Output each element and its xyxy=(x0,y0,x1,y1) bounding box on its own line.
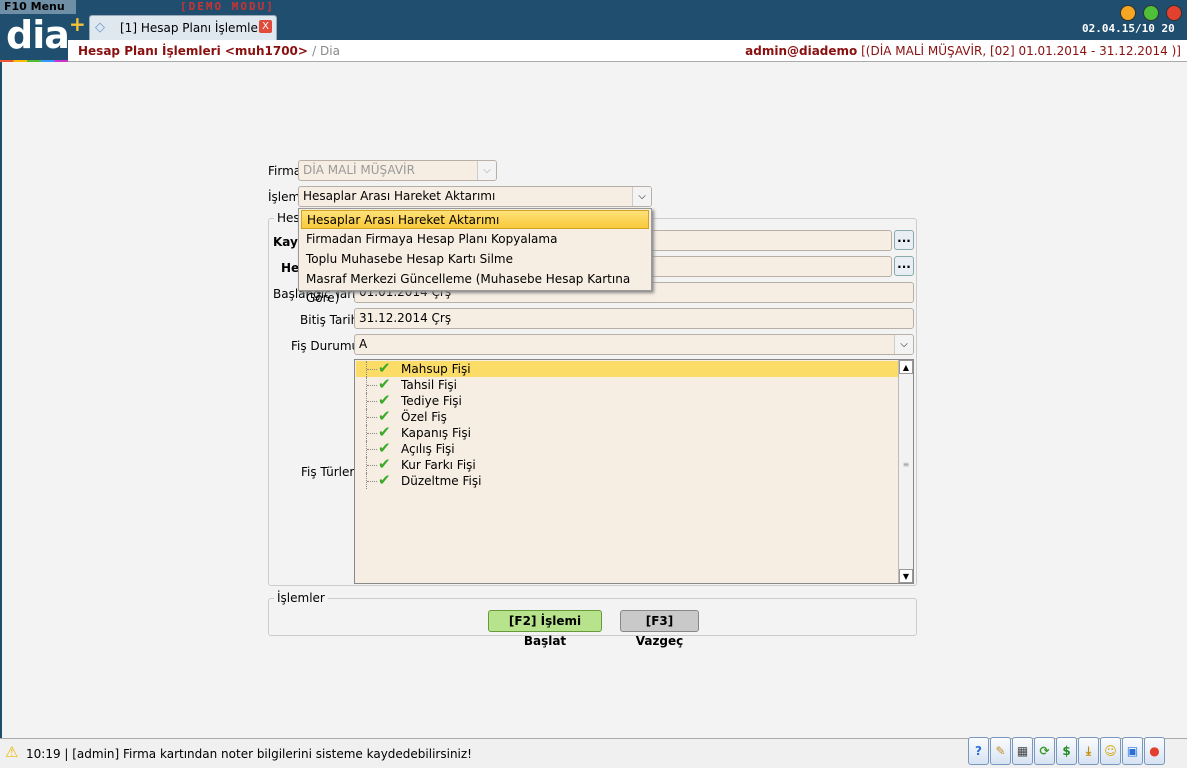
demo-mode-label: [DEMO MODU] xyxy=(180,0,275,13)
fis-durumu-value: A xyxy=(359,337,368,351)
tab-page-icon: ◇ xyxy=(95,20,105,35)
exit-icon[interactable]: ● xyxy=(1144,737,1165,765)
status-message: 10:19 | [admin] Firma kartından noter bi… xyxy=(26,747,472,761)
list-item[interactable]: ✔ Düzeltme Fişi xyxy=(356,472,899,489)
bitis-value: 31.12.2014 Çrş xyxy=(359,311,452,325)
calculator-icon[interactable]: ▦ xyxy=(1012,737,1033,765)
tree-line xyxy=(366,473,378,489)
page-header: Hesap Planı İşlemleri <muh1700> / Dia ad… xyxy=(68,40,1187,62)
dia-logo: dia xyxy=(0,13,70,64)
checkmark-icon[interactable]: ✔ xyxy=(378,392,391,408)
help-icon[interactable]: ? xyxy=(968,737,989,765)
actions-legend: İşlemler xyxy=(274,591,328,605)
list-scrollbar[interactable]: ▲ ≡ ▼ xyxy=(898,360,913,583)
islem-dropdown-menu: Hesaplar Arası Hareket Aktarımı Firmadan… xyxy=(298,208,652,305)
list-item-label: Kapanış Fişi xyxy=(401,426,471,440)
checkmark-icon[interactable]: ✔ xyxy=(378,408,391,424)
wrench-icon[interactable]: ✎ xyxy=(990,737,1011,765)
dropdown-option[interactable]: Firmadan Firmaya Hesap Planı Kopyalama xyxy=(301,230,649,249)
f10-menu-button[interactable]: F10 Menu xyxy=(0,0,76,14)
islem-value: Hesaplar Arası Hareket Aktarımı xyxy=(303,189,496,203)
refresh-icon[interactable]: ⟳ xyxy=(1034,737,1055,765)
fis-turleri-list[interactable]: ✔ Mahsup Fişi ✔ Tahsil Fişi ✔ Tediye Fişi ✔… xyxy=(354,359,914,584)
tree-line xyxy=(366,441,378,457)
scroll-grip-icon[interactable]: ≡ xyxy=(901,460,911,469)
currency-icon[interactable]: $ xyxy=(1056,737,1077,765)
dropdown-option[interactable]: Masraf Merkezi Güncelleme (Muhasebe Hesa… xyxy=(301,270,649,305)
dropdown-option[interactable]: Toplu Muhasebe Hesap Kartı Silme xyxy=(301,250,649,269)
fis-durumu-select[interactable]: A ⌵ xyxy=(354,334,914,355)
tree-line xyxy=(366,377,378,393)
list-item-label: Mahsup Fişi xyxy=(401,362,471,376)
checkmark-icon[interactable]: ✔ xyxy=(378,360,391,376)
chevron-down-icon[interactable]: ⌵ xyxy=(632,187,651,206)
top-bar: F10 Menu [DEMO MODU] + ◇ [1] Hesap Planı… xyxy=(0,0,1187,40)
list-item[interactable]: ✔ Tediye Fişi xyxy=(356,392,899,409)
list-item-label: Düzeltme Fişi xyxy=(401,474,482,488)
firma-select: DİA MALİ MÜŞAVİR ⌵ xyxy=(298,160,497,181)
checkmark-icon[interactable]: ✔ xyxy=(378,440,391,456)
list-item-label: Tahsil Fişi xyxy=(401,378,457,392)
cancel-button[interactable]: [F3] Vazgeç xyxy=(620,610,699,648)
tree-line xyxy=(366,393,378,409)
minimize-icon[interactable] xyxy=(1120,5,1136,21)
list-item[interactable]: ✔ Tahsil Fişi xyxy=(356,376,899,393)
hesap-label: He xyxy=(281,261,300,275)
maximize-icon[interactable] xyxy=(1142,5,1159,21)
firma-label: Firma xyxy=(268,164,302,178)
firm-period-info: [(DİA MALİ MÜŞAVİR, [02] 01.01.2014 - 31… xyxy=(861,44,1181,58)
tab-label: [1] Hesap Planı İşlemleri xyxy=(120,21,267,35)
chevron-down-icon[interactable]: ⌵ xyxy=(894,335,913,354)
close-window-icon[interactable] xyxy=(1165,5,1182,21)
clock: 02.04.15/10 20 xyxy=(1082,22,1175,35)
tree-line xyxy=(366,409,378,425)
bitis-label: Bitiş Tarihi xyxy=(300,313,362,327)
islem-select[interactable]: Hesaplar Arası Hareket Aktarımı ⌵ xyxy=(298,186,652,207)
user-name: admin@diademo xyxy=(745,44,858,58)
checkmark-icon[interactable]: ✔ xyxy=(378,456,391,472)
list-item[interactable]: ✔ Kapanış Fişi xyxy=(356,424,899,441)
lock-icon[interactable]: ▣ xyxy=(1122,737,1143,765)
breadcrumb: / Dia xyxy=(312,44,340,58)
dropdown-option[interactable]: Hesaplar Arası Hareket Aktarımı xyxy=(301,210,649,229)
scroll-down-icon[interactable]: ▼ xyxy=(899,569,913,583)
tree-line xyxy=(366,425,378,441)
list-item[interactable]: ✔ Açılış Fişi xyxy=(356,440,899,457)
list-item-label: Açılış Fişi xyxy=(401,442,455,456)
checkmark-icon[interactable]: ✔ xyxy=(378,424,391,440)
kayit-lookup-button[interactable]: ... xyxy=(894,230,914,250)
checkmark-icon[interactable]: ✔ xyxy=(378,376,391,392)
fis-durumu-label: Fiş Durumu xyxy=(291,339,360,353)
islem-label: İşlem xyxy=(268,190,301,204)
warning-icon: ⚠ xyxy=(5,743,19,761)
fis-turleri-label: Fiş Türleri xyxy=(301,465,358,479)
firma-value: DİA MALİ MÜŞAVİR xyxy=(303,163,415,177)
page-title-text: Hesap Planı İşlemleri <muh1700> xyxy=(78,44,308,58)
list-item-label: Tediye Fişi xyxy=(401,394,462,408)
checkmark-icon[interactable]: ✔ xyxy=(378,472,391,488)
list-item-label: Kur Farkı Fişi xyxy=(401,458,476,472)
download-icon[interactable]: ⤓ xyxy=(1078,737,1099,765)
tab-hesap-plani[interactable]: ◇ [1] Hesap Planı İşlemleri X xyxy=(89,15,277,40)
logo-text: dia xyxy=(6,13,70,57)
bitis-date-input[interactable]: 31.12.2014 Çrş xyxy=(354,308,914,329)
tree-line xyxy=(366,457,378,473)
list-item[interactable]: ✔ Mahsup Fişi xyxy=(356,360,899,377)
smiley-icon[interactable]: ☺ xyxy=(1100,737,1121,765)
scroll-up-icon[interactable]: ▲ xyxy=(899,360,913,374)
user-info: admin@diademo [(DİA MALİ MÜŞAVİR, [02] 0… xyxy=(745,44,1181,58)
chevron-down-icon: ⌵ xyxy=(477,161,496,180)
page-title: Hesap Planı İşlemleri <muh1700> / Dia xyxy=(78,44,340,58)
list-item[interactable]: ✔ Özel Fiş xyxy=(356,408,899,425)
close-tab-icon[interactable]: X xyxy=(259,20,272,33)
new-tab-plus-icon[interactable]: + xyxy=(69,14,86,34)
start-process-button[interactable]: [F2] İşlemi Başlat xyxy=(488,610,602,648)
list-item[interactable]: ✔ Kur Farkı Fişi xyxy=(356,456,899,473)
hesap-lookup-button[interactable]: ... xyxy=(894,256,914,276)
tree-line xyxy=(366,361,378,377)
list-item-label: Özel Fiş xyxy=(401,410,447,424)
